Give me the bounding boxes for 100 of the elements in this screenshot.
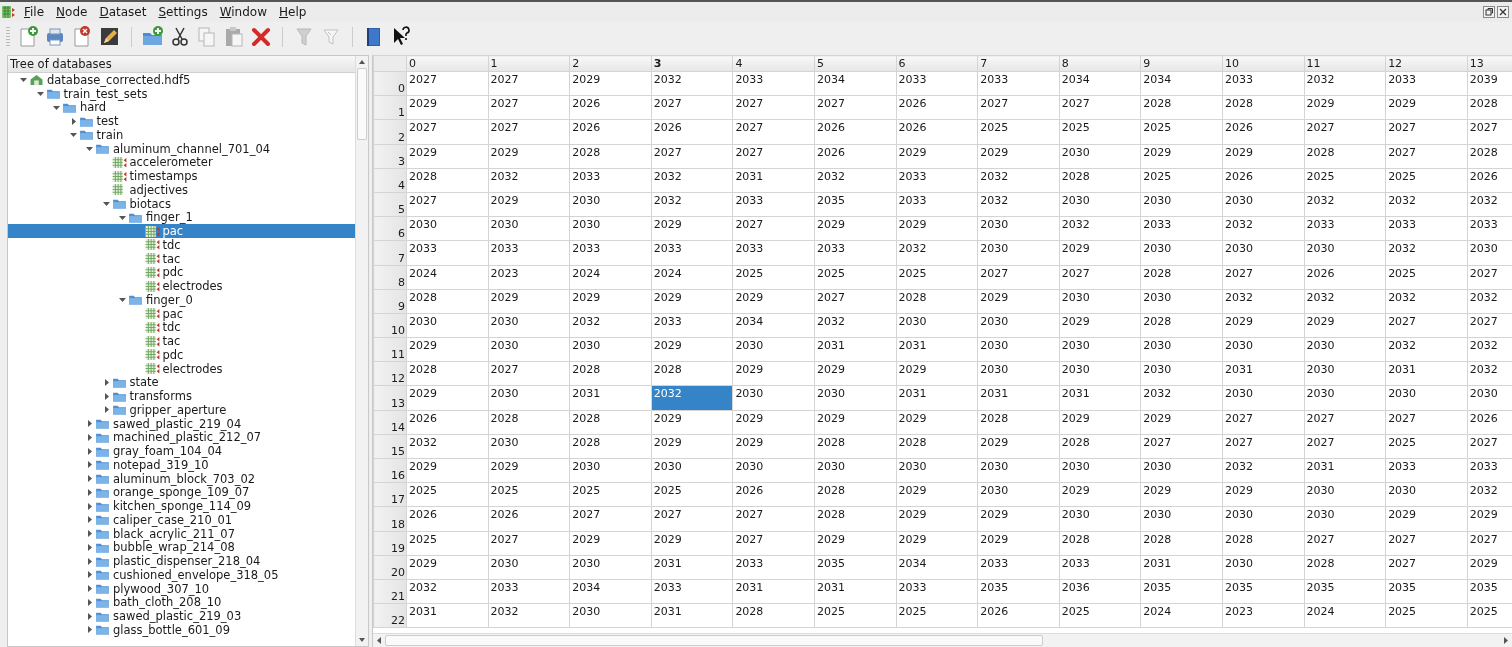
table-cell[interactable]: 2029 xyxy=(1304,95,1386,120)
table-cell[interactable]: 2030 xyxy=(406,313,489,338)
tree-item[interactable]: kitchen_sponge_114_09 xyxy=(113,499,252,514)
table-cell[interactable]: 2033 xyxy=(732,240,815,265)
table-cell[interactable]: 2030 xyxy=(732,385,815,411)
table-cell[interactable]: 2028 xyxy=(896,289,978,314)
table-cell[interactable]: 2030 xyxy=(814,458,897,483)
table-cell[interactable]: 2029 xyxy=(814,216,897,241)
table-cell[interactable]: 2027 xyxy=(406,71,489,96)
column-header[interactable]: 1 xyxy=(488,55,570,72)
row-header[interactable]: 21 xyxy=(373,579,407,604)
menu-item[interactable]: Help xyxy=(273,5,313,19)
tree-item[interactable]: aluminum_channel_701_04 xyxy=(113,141,271,156)
table-cell[interactable]: 2030 xyxy=(977,216,1060,241)
table-cell[interactable]: 2029 xyxy=(488,289,570,314)
scrollbar-thumb[interactable] xyxy=(385,635,1043,646)
table-cell[interactable]: 2029 xyxy=(1222,313,1305,338)
table-cell[interactable]: 2027 xyxy=(732,531,815,556)
tree-item[interactable]: caliper_case_210_01 xyxy=(113,512,233,527)
table-cell[interactable]: 2026 xyxy=(896,95,978,120)
table-cell[interactable]: 2025 xyxy=(1140,168,1223,193)
tree-item[interactable]: transforms xyxy=(129,389,192,404)
column-header[interactable]: 4 xyxy=(732,55,815,72)
table-cell[interactable]: 2032 xyxy=(1222,458,1305,483)
table-cell[interactable]: 2028 xyxy=(1304,555,1386,580)
table-cell[interactable]: 2029 xyxy=(651,531,733,556)
table-cell[interactable]: 2026 xyxy=(1222,119,1305,145)
scrollbar[interactable] xyxy=(355,56,368,646)
table-cell[interactable]: 2028 xyxy=(569,144,652,169)
table-cell[interactable]: 2027 xyxy=(406,192,489,217)
table-cell[interactable]: 2030 xyxy=(488,216,570,241)
table-cell[interactable]: 2032 xyxy=(406,579,489,604)
table-cell[interactable]: 2026 xyxy=(406,506,489,532)
table-cell[interactable]: 2029 xyxy=(1140,410,1223,435)
tree-item[interactable]: test xyxy=(96,114,119,129)
table-cell[interactable]: 2029 xyxy=(1140,482,1223,507)
table-cell[interactable]: 2030 xyxy=(1059,337,1141,362)
table-cell[interactable]: 2029 xyxy=(896,144,978,169)
column-header[interactable]: 5 xyxy=(814,55,897,72)
table-cell[interactable]: 2030 xyxy=(1222,506,1305,532)
table-cell[interactable]: 2030 xyxy=(1140,192,1223,217)
table-cell[interactable]: 2032 xyxy=(896,240,978,265)
table-cell[interactable]: 2027 xyxy=(1385,313,1468,338)
table-cell[interactable]: 2033 xyxy=(651,579,733,604)
table-cell[interactable]: 2030 xyxy=(406,216,489,241)
table-cell[interactable]: 2026 xyxy=(814,144,897,169)
table-cell[interactable]: 2035 xyxy=(977,579,1060,604)
table-cell[interactable]: 2029 xyxy=(977,531,1060,556)
table-cell[interactable]: 2027 xyxy=(1304,119,1386,145)
table-cell[interactable]: 2029 xyxy=(488,144,570,169)
tree-item[interactable]: pdc xyxy=(162,347,184,362)
table-cell[interactable]: 2029 xyxy=(977,289,1060,314)
table-cell[interactable]: 2032 xyxy=(1385,240,1468,265)
table-cell[interactable]: 2029 xyxy=(977,434,1060,459)
table-cell[interactable]: 2026 xyxy=(896,119,978,145)
table-cell[interactable]: 2035 xyxy=(814,555,897,580)
column-header[interactable]: 12 xyxy=(1385,55,1468,72)
table-cell[interactable]: 2032 xyxy=(1304,71,1386,96)
tree-item[interactable]: electrodes xyxy=(162,279,223,294)
table-cell[interactable]: 2030 xyxy=(1222,337,1305,362)
table-cell[interactable]: 2030 xyxy=(732,458,815,483)
tree-item[interactable]: bath_cloth_208_10 xyxy=(113,595,222,610)
table-cell[interactable]: 2027 xyxy=(1059,95,1141,120)
table-cell[interactable]: 2029 xyxy=(896,482,978,507)
table-cell[interactable]: 2033 xyxy=(977,555,1060,580)
table-cell[interactable]: 2026 xyxy=(488,506,570,532)
tree-item[interactable]: timestamps xyxy=(129,169,198,184)
table-cell[interactable]: 2029 xyxy=(1059,410,1141,435)
tree-item[interactable]: electrodes xyxy=(162,361,223,376)
row-header[interactable]: 13 xyxy=(373,385,407,411)
table-cell[interactable]: 2032 xyxy=(814,168,897,193)
table-cell[interactable]: 2027 xyxy=(1385,555,1468,580)
table-cell[interactable]: 2030 xyxy=(977,361,1060,386)
table-cell[interactable]: 2032 xyxy=(1140,385,1223,411)
table-cell[interactable]: 2031 xyxy=(732,579,815,604)
row-header[interactable]: 0 xyxy=(373,71,407,96)
table-cell[interactable]: 2030 xyxy=(1222,192,1305,217)
table-cell[interactable]: 2027 xyxy=(1222,410,1305,435)
table-cell[interactable]: 2025 xyxy=(1385,603,1468,628)
table-cell[interactable]: 2030 xyxy=(488,337,570,362)
table-cell[interactable]: 2029 xyxy=(1059,240,1141,265)
table-cell[interactable]: 2033 xyxy=(1059,555,1141,580)
table-cell[interactable]: 2033 xyxy=(732,192,815,217)
table-cell[interactable]: 2030 xyxy=(977,337,1060,362)
table-cell[interactable]: 2028 xyxy=(1059,434,1141,459)
table-cell[interactable]: 2032 xyxy=(977,168,1060,193)
table-cell[interactable]: 2027 xyxy=(732,95,815,120)
table-cell[interactable]: 2032 xyxy=(1059,216,1141,241)
table-cell[interactable]: 2029 xyxy=(1222,482,1305,507)
table-cell[interactable]: 2030 xyxy=(1222,555,1305,580)
tree-item[interactable]: aluminum_block_703_02 xyxy=(113,471,256,486)
row-header[interactable]: 3 xyxy=(373,144,407,169)
row-header[interactable]: 2 xyxy=(373,119,407,145)
tree-item[interactable]: orange_sponge_109_07 xyxy=(113,485,250,500)
column-header[interactable]: 3 xyxy=(651,55,733,72)
row-header[interactable]: 7 xyxy=(373,240,407,265)
table-cell[interactable]: 2032 xyxy=(651,192,733,217)
table-cell[interactable]: 2025 xyxy=(814,603,897,628)
tree-item[interactable]: pdc xyxy=(162,265,184,280)
table-cell[interactable]: 2029 xyxy=(488,192,570,217)
